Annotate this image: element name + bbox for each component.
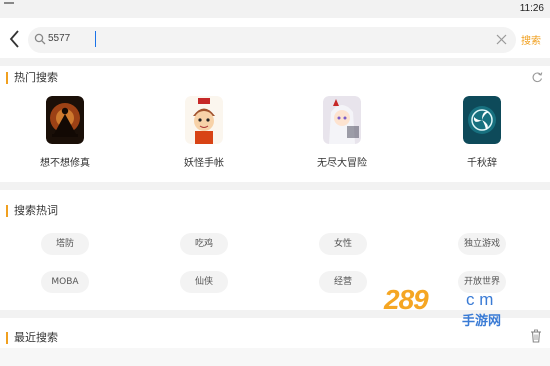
app-name: 无尽大冒险 [317, 158, 367, 169]
app-icon-triskelion-emblem [463, 96, 501, 144]
hot-word-tag[interactable]: 吃鸡 [180, 233, 228, 255]
hot-word-tag[interactable]: 塔防 [41, 233, 89, 255]
refresh-icon[interactable] [531, 71, 543, 83]
watermark-domain: c m [466, 290, 494, 309]
app-name: 妖怪手帐 [184, 158, 224, 169]
app-icon-meditating-figure [46, 96, 84, 144]
hot-word-tag[interactable]: 经营 [319, 271, 367, 293]
search-bar: 5577 搜索 [0, 22, 550, 58]
hot-word-tag[interactable]: 女性 [319, 233, 367, 255]
divider [0, 58, 550, 66]
status-bar: 11:26 [0, 0, 550, 18]
watermark-sub: 手游网 [462, 314, 502, 329]
notification-icon [4, 2, 14, 8]
hot-word-tag[interactable]: 独立游戏 [458, 233, 506, 255]
divider [0, 182, 550, 190]
app-icon-cartoon-boy [185, 96, 223, 144]
hot-app-item[interactable]: 千秋辞 [437, 96, 527, 172]
watermark-logo: 289 [384, 284, 429, 315]
recent-search-title: 最近搜索 [6, 332, 58, 344]
hot-app-item[interactable]: 无尽大冒险 [297, 96, 387, 172]
hot-word-tag[interactable]: 仙侠 [180, 271, 228, 293]
chevron-left-icon[interactable] [6, 28, 24, 50]
app-name: 想不想修真 [40, 158, 90, 169]
hot-words-title: 搜索热词 [6, 205, 58, 217]
hot-word-tag[interactable]: MOBA [41, 271, 89, 293]
hot-app-item[interactable]: 妖怪手帐 [159, 96, 249, 172]
search-query: 5577 [48, 33, 71, 44]
status-time: 11:26 [519, 3, 544, 14]
hot-apps-list: 想不想修真 妖怪手帐 无尽大冒险 千秋辞 [0, 96, 550, 176]
hot-app-item[interactable]: 想不想修真 [20, 96, 110, 172]
text-cursor [95, 31, 96, 47]
search-icon [34, 33, 46, 45]
site-watermark: 289 c m 手游网 [384, 284, 534, 334]
hot-search-title: 热门搜索 [6, 72, 58, 84]
app-icon-anime-girl [323, 96, 361, 144]
recent-search-list [0, 348, 550, 366]
close-icon[interactable] [495, 33, 508, 46]
search-input[interactable]: 5577 [28, 27, 516, 53]
app-name: 千秋辞 [467, 158, 497, 169]
search-button[interactable]: 搜索 [521, 32, 541, 47]
